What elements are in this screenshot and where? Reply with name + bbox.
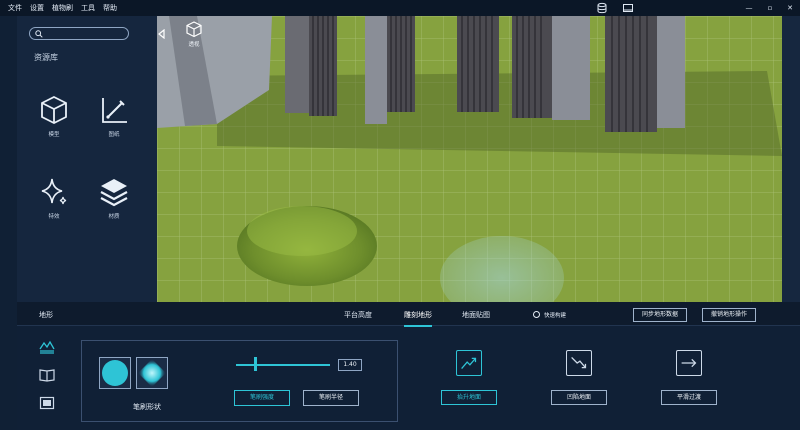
collapse-panel-icon[interactable] bbox=[157, 29, 167, 39]
menu-file[interactable]: 文件 bbox=[4, 3, 26, 13]
layers-icon bbox=[100, 179, 128, 207]
search-input[interactable] bbox=[29, 27, 129, 40]
lower-icon bbox=[566, 350, 592, 376]
menu-help[interactable]: 帮助 bbox=[99, 3, 121, 13]
perspective-toggle[interactable]: 透视 bbox=[183, 20, 205, 48]
soft-brush-icon bbox=[138, 359, 166, 387]
asset-drawing[interactable]: 图纸 bbox=[89, 94, 139, 138]
tab-sculpt-terrain[interactable]: 雕刻地形 bbox=[404, 310, 432, 327]
close-button[interactable]: ✕ bbox=[783, 2, 797, 14]
lower-ground-button[interactable]: 凹陷地面 bbox=[551, 390, 607, 405]
brush-radius-button[interactable]: 笔刷半径 bbox=[303, 390, 359, 406]
brush-shape-soft[interactable] bbox=[136, 357, 168, 389]
perspective-label: 透视 bbox=[188, 42, 200, 48]
smooth-transition-button[interactable]: 平滑过渡 bbox=[661, 390, 717, 405]
terrain-editor-window: 文件 设置 植物刷 工具 帮助 — ▫ ✕ 资源库 模型 图纸 特效 材质 透视… bbox=[0, 0, 800, 430]
fast-build-radio[interactable] bbox=[533, 311, 540, 318]
round-brush-icon bbox=[102, 360, 128, 386]
tab-platform-height[interactable]: 平台高度 bbox=[344, 310, 372, 320]
drawing-icon bbox=[102, 98, 127, 123]
terrain-panel: 地形 平台高度 雕刻地形 地面贴图 快速构建 同步地形数据 撤销地形操作 笔刷形… bbox=[17, 302, 800, 430]
search-icon bbox=[35, 30, 43, 38]
panel-title: 地形 bbox=[39, 311, 53, 319]
terrain-scene bbox=[157, 16, 782, 302]
right-scrollbar[interactable] bbox=[782, 16, 800, 302]
asset-label: 图纸 bbox=[108, 132, 120, 138]
brush-value-field[interactable]: 1.40 bbox=[338, 359, 362, 371]
cube-icon bbox=[186, 21, 202, 38]
brush-shape-label: 笔刷形状 bbox=[133, 403, 161, 411]
asset-library-panel: 资源库 模型 图纸 特效 材质 bbox=[17, 16, 157, 302]
brush-slider-thumb[interactable] bbox=[253, 357, 257, 371]
minimize-button[interactable]: — bbox=[742, 2, 756, 14]
layout-icon[interactable] bbox=[622, 2, 634, 14]
scene-viewport[interactable]: 透视 bbox=[157, 16, 782, 302]
brush-slider-track[interactable] bbox=[236, 364, 330, 366]
raise-icon bbox=[456, 350, 482, 376]
book-icon[interactable] bbox=[39, 368, 55, 382]
menu-bar: 文件 设置 植物刷 工具 帮助 — ▫ ✕ bbox=[0, 0, 800, 16]
asset-material[interactable]: 材质 bbox=[89, 176, 139, 220]
restore-button[interactable]: ▫ bbox=[763, 2, 777, 14]
asset-model[interactable]: 模型 bbox=[29, 94, 79, 138]
asset-label: 材质 bbox=[108, 214, 120, 220]
cube-icon bbox=[41, 95, 67, 125]
fast-build-label: 快速构建 bbox=[544, 313, 567, 319]
menu-plant-brush[interactable]: 植物刷 bbox=[48, 3, 77, 13]
asset-label: 特效 bbox=[48, 214, 60, 220]
terrain-toolbar: 地形 平台高度 雕刻地形 地面贴图 快速构建 同步地形数据 撤销地形操作 bbox=[17, 302, 800, 327]
sync-terrain-button[interactable]: 同步地形数据 bbox=[633, 308, 687, 322]
raise-ground-button[interactable]: 抬升地面 bbox=[441, 390, 497, 405]
library-title: 资源库 bbox=[34, 53, 58, 62]
brush-strength-button[interactable]: 笔刷强度 bbox=[234, 390, 290, 406]
asset-label: 模型 bbox=[48, 132, 60, 138]
asset-effects[interactable]: 特效 bbox=[29, 176, 79, 220]
menu-tools[interactable]: 工具 bbox=[77, 3, 99, 13]
terrain-sculpt-icon[interactable] bbox=[39, 340, 55, 354]
window-icon[interactable] bbox=[39, 396, 55, 410]
brush-shape-round[interactable] bbox=[99, 357, 131, 389]
smooth-icon bbox=[676, 350, 702, 376]
undo-terrain-button[interactable]: 撤销地形操作 bbox=[702, 308, 756, 322]
database-icon[interactable] bbox=[596, 2, 608, 14]
brush-settings-box: 笔刷形状 1.40 笔刷强度 笔刷半径 bbox=[81, 340, 398, 422]
menu-settings[interactable]: 设置 bbox=[26, 3, 48, 13]
sparkle-icon bbox=[41, 178, 67, 205]
tab-ground-texture[interactable]: 地面贴图 bbox=[462, 310, 490, 320]
